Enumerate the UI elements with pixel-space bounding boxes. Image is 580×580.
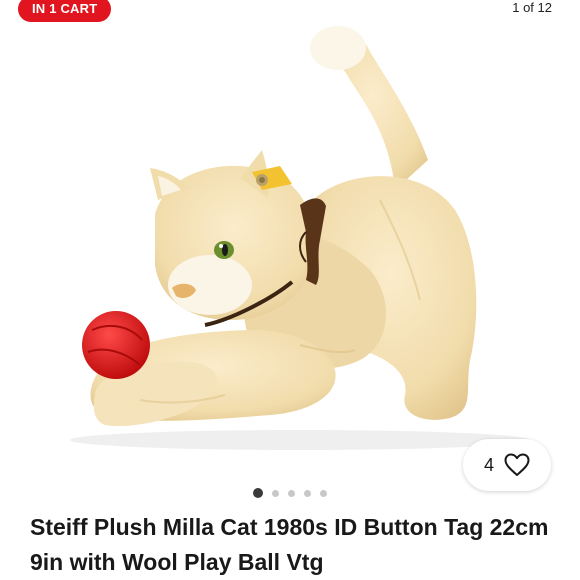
carousel-dot-4[interactable]: [304, 489, 311, 497]
heart-outline-icon: [504, 453, 530, 477]
carousel-dot-2[interactable]: [272, 489, 279, 497]
listing-screen: IN 1 CART 1 of 12 4 Steiff Plush Milla C…: [0, 0, 580, 580]
image-counter: 1 of 12: [512, 0, 552, 15]
carousel-dot-5[interactable]: [320, 489, 327, 497]
carousel-dot-3[interactable]: [288, 489, 295, 497]
cat-plush-image: [70, 26, 530, 450]
watch-button[interactable]: 4: [463, 439, 551, 491]
carousel-dot-1[interactable]: [253, 488, 263, 498]
listing-title: Steiff Plush Milla Cat 1980s ID Button T…: [30, 514, 549, 575]
product-photo[interactable]: [0, 0, 580, 470]
carousel-indicators: [0, 487, 580, 499]
watch-count: 4: [483, 455, 494, 475]
in-cart-badge: IN 1 CART: [18, 0, 112, 22]
